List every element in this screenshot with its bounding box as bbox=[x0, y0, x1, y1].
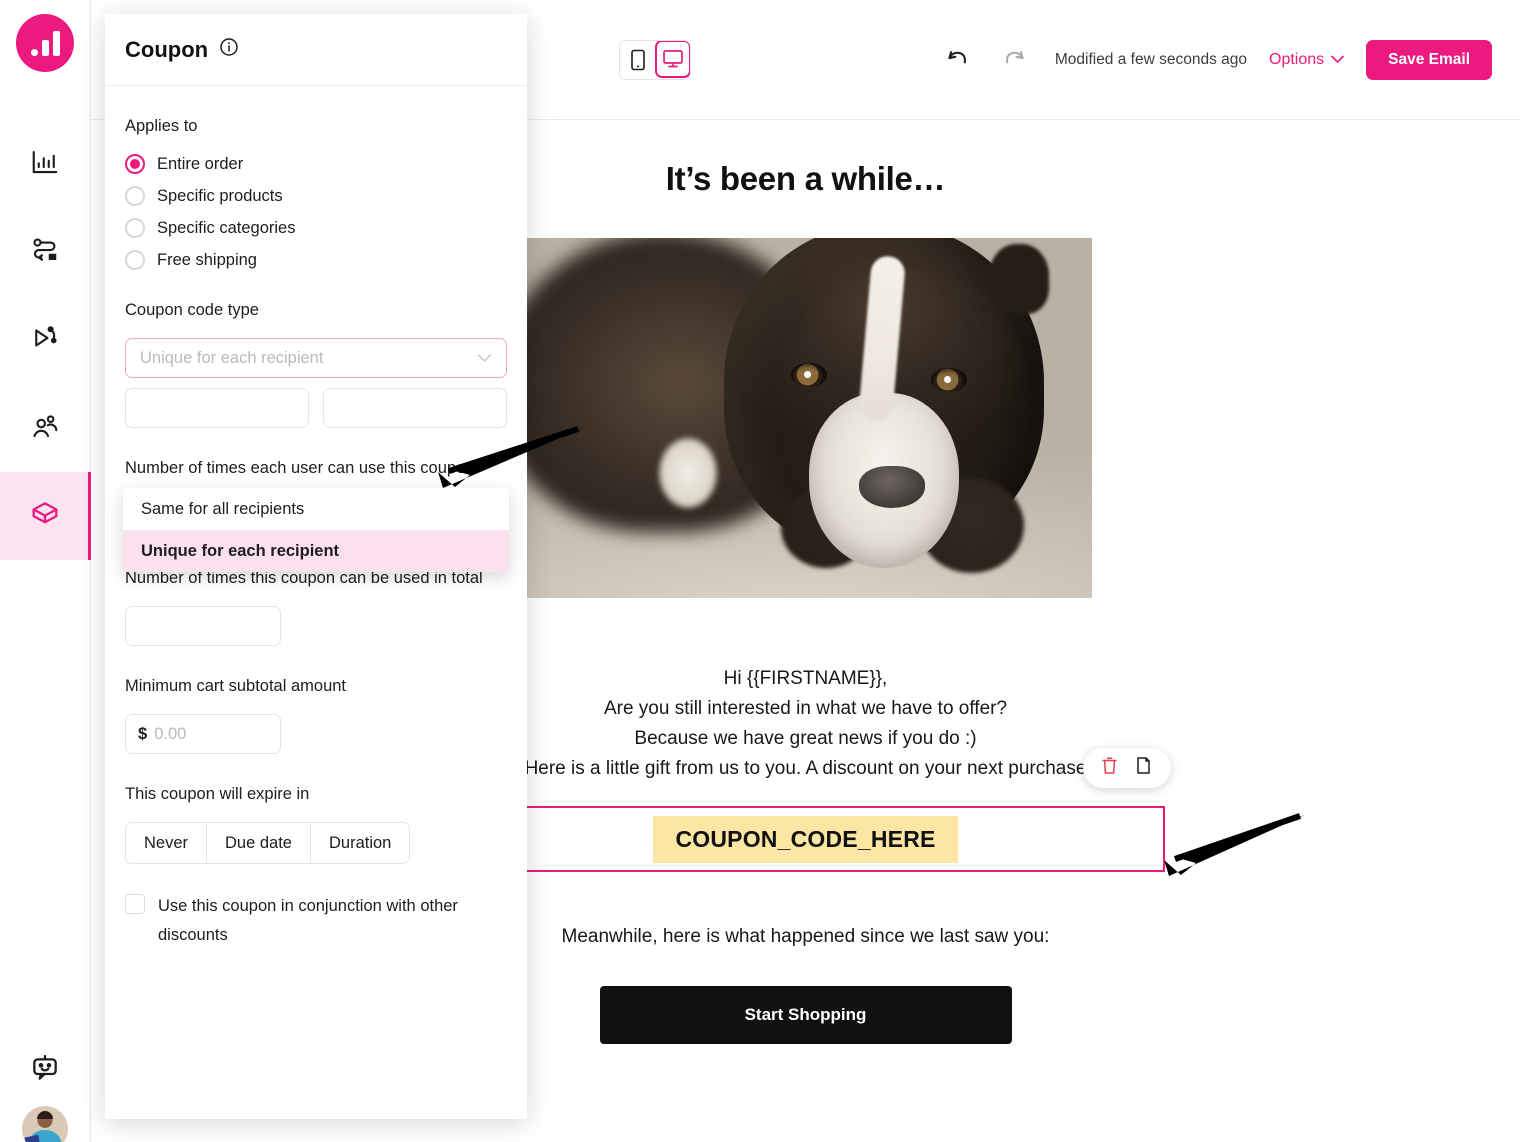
radio-label: Entire order bbox=[157, 154, 244, 173]
block-float-toolbar bbox=[1082, 748, 1171, 788]
seg-duration[interactable]: Duration bbox=[310, 823, 410, 863]
expire-label: This coupon will expire in bbox=[125, 785, 310, 803]
sidebar-item-chatbot[interactable] bbox=[0, 1034, 91, 1106]
package-box-icon bbox=[29, 498, 61, 535]
panel-body: Applies to Entire order Specific product… bbox=[105, 86, 527, 1119]
dropdown-option-unique-each[interactable]: Unique for each recipient bbox=[123, 530, 509, 572]
chevron-down-icon bbox=[477, 350, 492, 367]
modified-status: Modified a few seconds ago bbox=[1054, 50, 1247, 68]
info-circle-icon[interactable] bbox=[219, 37, 239, 62]
app-root: Modified a few seconds ago Options Save … bbox=[0, 0, 1520, 1142]
dropdown-option-same-for-all[interactable]: Same for all recipients bbox=[123, 488, 509, 530]
coupon-block[interactable]: COUPON_CODE_HERE bbox=[446, 748, 1171, 872]
user-avatar[interactable] bbox=[22, 1106, 68, 1142]
people-group-icon bbox=[30, 411, 60, 446]
ghost-field-left[interactable] bbox=[125, 388, 309, 428]
duplicate-icon bbox=[1135, 756, 1152, 780]
brand-logo[interactable] bbox=[16, 14, 74, 72]
hero-image[interactable] bbox=[519, 238, 1092, 598]
chevron-down-icon bbox=[1331, 51, 1344, 69]
currency-symbol: $ bbox=[138, 724, 148, 743]
radio-specific-products[interactable]: Specific products bbox=[125, 186, 507, 206]
hidden-code-fields bbox=[125, 388, 507, 428]
radio-indicator bbox=[125, 250, 145, 270]
minimum-cart-placeholder: 0.00 bbox=[154, 724, 187, 743]
expire-section: This coupon will expire in Never Due dat… bbox=[125, 780, 507, 864]
undo-button[interactable] bbox=[939, 42, 975, 78]
undo-icon bbox=[944, 44, 970, 75]
redo-icon bbox=[1002, 44, 1028, 75]
coupon-code-type-value: Unique for each recipient bbox=[140, 348, 324, 367]
options-dropdown-button[interactable]: Options bbox=[1269, 51, 1344, 69]
coupon-code-type-dropdown: Same for all recipients Unique for each … bbox=[123, 488, 509, 572]
start-shopping-button[interactable]: Start Shopping bbox=[599, 986, 1012, 1044]
coupon-code-type-section: Coupon code type Unique for each recipie… bbox=[125, 296, 507, 428]
sidebar-item-audience[interactable] bbox=[0, 384, 91, 472]
expire-segmented: Never Due date Duration bbox=[125, 822, 411, 864]
minimum-cart-label: Minimum cart subtotal amount bbox=[125, 677, 347, 695]
coupon-code-text: COUPON_CODE_HERE bbox=[653, 815, 958, 863]
ghost-field-right[interactable] bbox=[323, 388, 507, 428]
minimum-cart-input[interactable]: $ 0.00 bbox=[125, 714, 281, 754]
applies-to-label: Applies to bbox=[125, 117, 198, 135]
sidebar-item-automation[interactable] bbox=[0, 208, 91, 296]
email-content: It’s been a while… Hi {{FIRSTNAME}}, Are… bbox=[426, 120, 1186, 1044]
sidebar-item-campaigns[interactable] bbox=[0, 296, 91, 384]
email-meanwhile-text: Meanwhile, here is what happened since w… bbox=[561, 926, 1050, 947]
conjunction-label: Use this coupon in conjunction with othe… bbox=[158, 897, 458, 944]
seg-never[interactable]: Never bbox=[126, 823, 208, 863]
radio-entire-order[interactable]: Entire order bbox=[125, 154, 507, 174]
options-label: Options bbox=[1269, 50, 1325, 68]
coupon-code-type-select[interactable]: Unique for each recipient bbox=[125, 338, 507, 378]
radio-indicator bbox=[125, 186, 145, 206]
seg-due-date[interactable]: Due date bbox=[207, 823, 311, 863]
radio-indicator bbox=[125, 218, 145, 238]
save-email-button[interactable]: Save Email bbox=[1366, 39, 1492, 80]
radio-free-shipping[interactable]: Free shipping bbox=[125, 250, 507, 270]
nav-items bbox=[0, 120, 91, 560]
delete-block-button[interactable] bbox=[1097, 755, 1123, 781]
radio-label: Specific products bbox=[157, 186, 283, 205]
bar-chart-icon bbox=[30, 147, 60, 182]
campaign-send-icon bbox=[30, 323, 60, 358]
left-nav-rail bbox=[0, 0, 91, 1142]
radio-indicator bbox=[125, 154, 145, 174]
nav-bottom bbox=[0, 1034, 91, 1142]
conjunction-checkbox-row[interactable]: Use this coupon in conjunction with othe… bbox=[125, 892, 507, 950]
duplicate-block-button[interactable] bbox=[1131, 755, 1157, 781]
device-desktop-button[interactable] bbox=[655, 40, 690, 78]
sidebar-item-analytics[interactable] bbox=[0, 120, 91, 208]
device-preview-toggle bbox=[619, 39, 691, 80]
body-line: Are you still interested in what we have… bbox=[603, 698, 1008, 719]
radio-label: Free shipping bbox=[157, 250, 257, 269]
times-total-section: Number of times this coupon can be used … bbox=[125, 564, 507, 646]
automation-flow-icon bbox=[30, 235, 60, 270]
coupon-settings-panel: Coupon Applies to Entire order Specific … bbox=[105, 14, 527, 1119]
times-each-user-label: Number of times each user can use this c… bbox=[125, 459, 475, 477]
body-line: Hi {{FIRSTNAME}}, bbox=[723, 668, 888, 689]
coupon-code-type-label: Coupon code type bbox=[125, 301, 259, 319]
minimum-cart-section: Minimum cart subtotal amount $ 0.00 bbox=[125, 672, 507, 754]
trash-icon bbox=[1101, 756, 1118, 780]
toolbar-right: Modified a few seconds ago Options Save … bbox=[939, 39, 1492, 80]
redo-button[interactable] bbox=[997, 42, 1033, 78]
body-line: Because we have great news if you do :) bbox=[634, 728, 977, 749]
panel-header: Coupon bbox=[105, 14, 527, 86]
radio-specific-categories[interactable]: Specific categories bbox=[125, 218, 507, 238]
panel-title: Coupon bbox=[125, 36, 209, 62]
radio-label: Specific categories bbox=[157, 218, 296, 237]
times-total-input[interactable] bbox=[125, 606, 281, 646]
chat-bot-icon bbox=[29, 1052, 61, 1089]
email-body-copy[interactable]: Hi {{FIRSTNAME}}, Are you still interest… bbox=[426, 664, 1186, 784]
conjunction-checkbox[interactable] bbox=[125, 894, 145, 914]
email-heading: It’s been a while… bbox=[665, 160, 946, 197]
sidebar-item-products[interactable] bbox=[0, 472, 91, 560]
device-mobile-button[interactable] bbox=[620, 40, 656, 79]
body-line: Here is a little gift from us to you. A … bbox=[524, 758, 1087, 779]
